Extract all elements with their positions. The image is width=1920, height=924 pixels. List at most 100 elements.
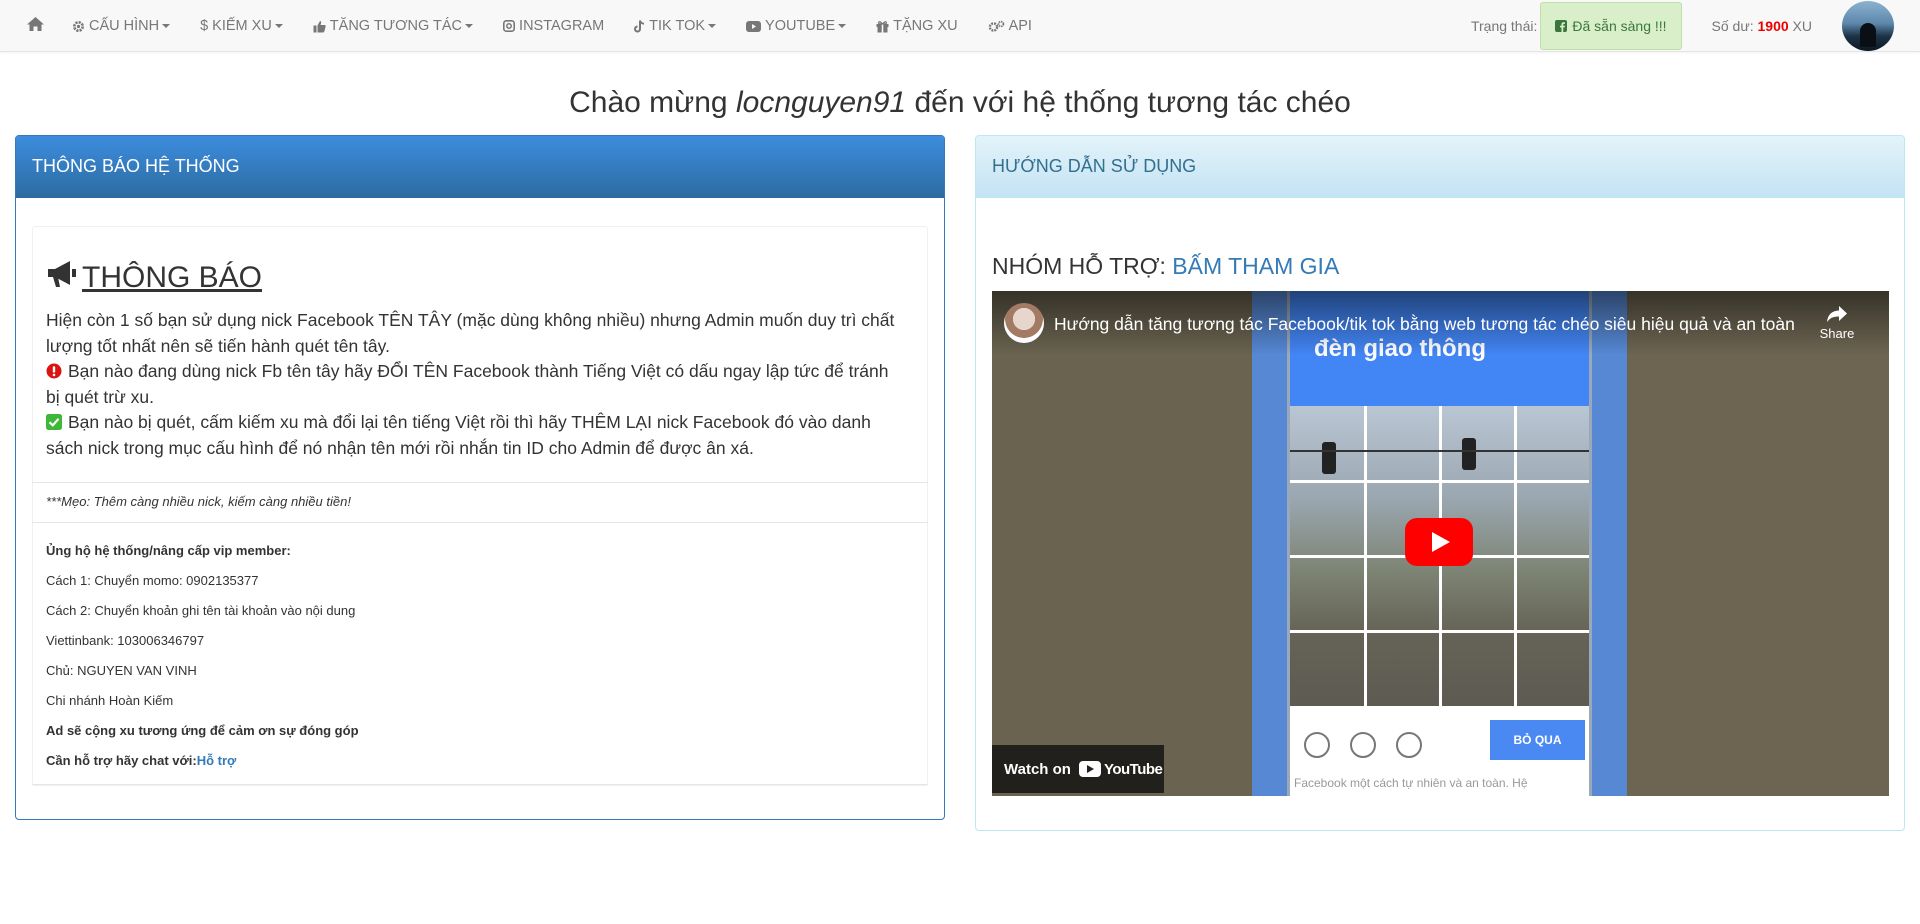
watch-on-youtube-button[interactable]: Watch on YouTube xyxy=(992,745,1164,793)
notice-paragraph: Hiện còn 1 số bạn sử dụng nick Facebook … xyxy=(46,310,895,356)
tiktok-icon xyxy=(634,19,645,33)
youtube-logo-text: YouTube xyxy=(1103,760,1163,778)
play-button[interactable] xyxy=(1405,518,1473,566)
chevron-down-icon xyxy=(838,24,847,28)
avatar[interactable] xyxy=(1842,1,1894,51)
captcha-skip-button: BỎ QUA xyxy=(1490,720,1585,760)
notice-check-text: Bạn nào bị quét, cấm kiếm xu mà đổi lại … xyxy=(46,412,871,458)
status-badge: Đã sẵn sàng !!! xyxy=(1540,2,1682,50)
welcome-username: locnguyen91 xyxy=(735,86,907,119)
bullhorn-icon xyxy=(46,259,80,297)
nav-tang-xu[interactable]: TẶNG XU xyxy=(861,0,972,52)
system-notice-panel: THÔNG BÁO HỆ THỐNG THÔNG BÁO Hiện còn 1 … xyxy=(15,135,945,820)
tip-text: ***Mẹo: Thêm càng nhiều nick, kiếm càng … xyxy=(46,494,351,509)
guide-panel: HƯỚNG DẪN SỬ DỤNG NHÓM HỖ TRỢ: BẤM THAM … xyxy=(975,135,1905,831)
exclamation-circle-icon xyxy=(46,363,62,379)
watch-on-label: Watch on xyxy=(1004,760,1071,778)
status-badge-label: Đã sẵn sàng !!! xyxy=(1572,18,1667,34)
support-info: Ủng hộ hệ thống/nâng cấp vip member: Các… xyxy=(46,536,359,776)
home-icon xyxy=(26,16,45,36)
grid-line xyxy=(1290,480,1589,483)
balance: Số dư: 1900 XU xyxy=(1712,18,1812,34)
support-link[interactable]: Hỗ trợ xyxy=(197,753,237,768)
video-background xyxy=(1629,291,1889,796)
chevron-down-icon xyxy=(708,24,717,28)
notice-warning-text: Bạn nào đang dùng nick Fb tên tây hãy ĐỔ… xyxy=(46,361,889,407)
reload-icon xyxy=(1304,732,1330,758)
page-title: Chào mừng locnguyen91 đến với hệ thống t… xyxy=(0,86,1920,120)
youtube-logo: YouTube xyxy=(1078,760,1163,778)
welcome-after: đến với hệ thống tương tác chéo xyxy=(914,86,1351,119)
support-group: NHÓM HỖ TRỢ: BẤM THAM GIA xyxy=(992,253,1339,280)
nav-tang-tuong-tac-label: TĂNG TƯƠNG TÁC xyxy=(329,18,463,34)
cog-icon xyxy=(72,20,85,33)
home-link[interactable] xyxy=(14,0,57,52)
top-navbar: CẤU HÌNH $ KIẾM XU TĂNG TƯƠNG TÁC INSTAG… xyxy=(0,0,1920,52)
video-title[interactable]: Hướng dẫn tăng tương tác Facebook/tik to… xyxy=(1054,314,1795,335)
support-help-label: Cần hỗ trợ hãy chat với: xyxy=(46,753,197,768)
facebook-square-icon xyxy=(1555,20,1568,32)
headphones-icon xyxy=(1350,732,1376,758)
support-group-label: NHÓM HỖ TRỢ: xyxy=(992,253,1166,279)
instagram-icon xyxy=(503,20,516,32)
balance-amount: 1900 xyxy=(1757,18,1789,34)
youtube-embed[interactable]: đèn giao thông BỎ QUA xyxy=(992,291,1889,796)
nav-menu: CẤU HÌNH $ KIẾM XU TĂNG TƯƠNG TÁC INSTAG… xyxy=(14,0,1047,52)
notice-paragraph-warning: Bạn nào đang dùng nick Fb tên tây hãy ĐỔ… xyxy=(46,359,906,410)
captcha-faint-text: Facebook một cách tự nhiên và an toàn. H… xyxy=(1294,776,1528,790)
chevron-down-icon xyxy=(465,24,474,28)
thumbs-up-icon xyxy=(313,20,326,33)
support-line: Cách 1: Chuyển momo: 0902135377 xyxy=(46,573,259,588)
nav-cau-hinh[interactable]: CẤU HÌNH xyxy=(57,0,185,52)
share-button[interactable]: Share xyxy=(1815,305,1859,341)
gift-icon xyxy=(876,20,889,33)
chevron-down-icon xyxy=(274,24,283,28)
nav-instagram[interactable]: INSTAGRAM xyxy=(488,0,619,52)
divider xyxy=(32,482,928,483)
video-frame-edge xyxy=(1592,291,1627,796)
guide-heading: HƯỚNG DẪN SỬ DỤNG xyxy=(976,136,1904,198)
join-group-link[interactable]: BẤM THAM GIA xyxy=(1172,253,1339,279)
divider xyxy=(32,784,928,785)
youtube-icon xyxy=(746,20,762,32)
grid-line xyxy=(1290,630,1589,633)
nav-youtube-label: YOUTUBE xyxy=(765,18,836,34)
support-line: Viettinbank: 103006346797 xyxy=(46,633,205,648)
share-label: Share xyxy=(1819,326,1855,341)
nav-kiem-xu-label: KIẾM XU xyxy=(212,18,272,34)
nav-api[interactable]: API xyxy=(973,0,1047,52)
support-line: Cách 2: Chuyển khoản ghi tên tài khoản v… xyxy=(46,603,356,618)
nav-tiktok[interactable]: TIK TOK xyxy=(619,0,731,52)
check-box-icon xyxy=(46,414,62,430)
info-icon xyxy=(1396,732,1422,758)
traffic-light-image xyxy=(1322,442,1336,474)
share-icon xyxy=(1826,306,1848,326)
support-line: Chủ: NGUYEN VAN VINH xyxy=(46,663,197,678)
balance-label: Số dư: xyxy=(1711,18,1754,34)
chevron-down-icon xyxy=(162,24,171,28)
balance-unit: XU xyxy=(1792,18,1812,34)
nav-tang-xu-label: TẶNG XU xyxy=(893,18,958,34)
support-title: Ủng hộ hệ thống/nâng cấp vip member: xyxy=(46,543,291,558)
nav-youtube[interactable]: YOUTUBE xyxy=(731,0,861,52)
status-label: Trạng thái: xyxy=(1470,18,1538,34)
divider xyxy=(32,522,928,523)
video-background xyxy=(992,291,1252,796)
video-header: Hướng dẫn tăng tương tác Facebook/tik to… xyxy=(992,291,1889,355)
traffic-pole-image xyxy=(1290,450,1589,452)
nav-cau-hinh-label: CẤU HÌNH xyxy=(89,18,160,34)
notice-title: THÔNG BÁO xyxy=(46,259,262,297)
cogs-icon xyxy=(988,20,1005,33)
notice-title-text: THÔNG BÁO xyxy=(82,261,263,294)
support-help: Cần hỗ trợ hãy chat với:Hỗ trợ xyxy=(46,746,359,776)
notice-body: Hiện còn 1 số bạn sử dụng nick Facebook … xyxy=(46,308,906,461)
support-line: Chi nhánh Hoàn Kiếm xyxy=(46,693,174,708)
nav-tang-tuong-tac[interactable]: TĂNG TƯƠNG TÁC xyxy=(298,0,488,52)
nav-api-label: API xyxy=(1008,18,1032,34)
support-thanks: Ad sẽ cộng xu tương ứng để cảm ơn sự đón… xyxy=(46,723,359,738)
captcha-controls: BỎ QUA Facebook một cách tự nhiên và an … xyxy=(1290,706,1589,796)
nav-kiem-xu[interactable]: $ KIẾM XU xyxy=(185,0,298,52)
welcome-before: Chào mừng xyxy=(569,86,728,119)
dollar-icon: $ xyxy=(200,18,209,34)
channel-avatar[interactable] xyxy=(1004,303,1044,343)
